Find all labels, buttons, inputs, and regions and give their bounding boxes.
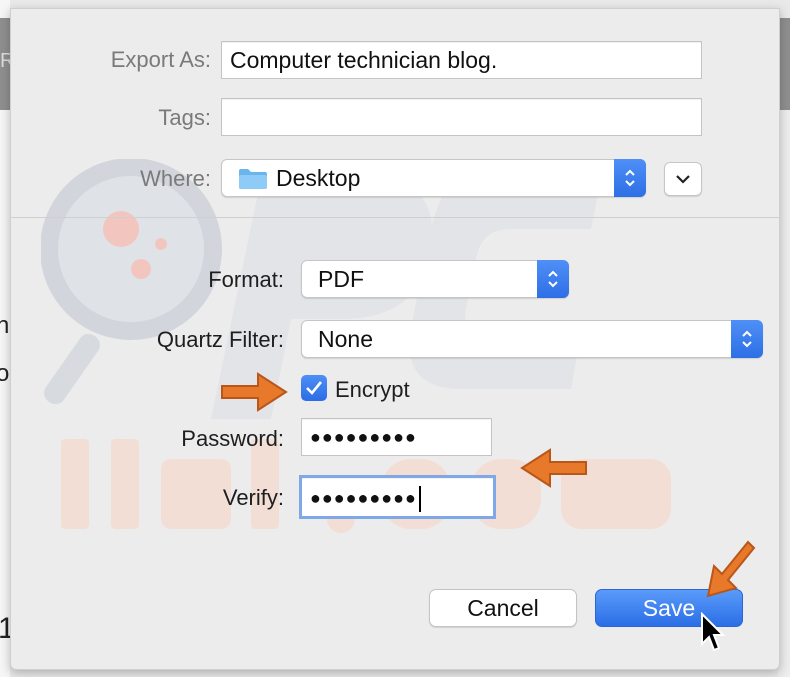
text-cursor [418, 486, 421, 513]
format-value: PDF [318, 266, 364, 292]
mouse-pointer-icon [701, 612, 726, 652]
quartz-filter-popup[interactable]: None [301, 320, 763, 358]
password-label: Password: [181, 426, 284, 451]
cancel-button[interactable]: Cancel [429, 589, 577, 627]
verify-field[interactable]: ●●●●●●●●● [299, 475, 496, 519]
where-label: Where: [140, 166, 211, 191]
where-stepper[interactable] [614, 159, 646, 197]
annotation-arrow-icon [520, 448, 587, 488]
encrypt-label[interactable]: Encrypt [335, 377, 410, 403]
checkmark-icon [306, 381, 323, 395]
tags-label: Tags: [158, 105, 211, 130]
folder-icon [239, 169, 267, 189]
export-as-label: Export As: [110, 47, 211, 72]
format-popup[interactable]: PDF [301, 260, 569, 298]
background-text: n [0, 312, 10, 339]
quartz-filter-value: None [318, 326, 373, 352]
quartz-filter-stepper[interactable] [731, 320, 763, 358]
password-field[interactable]: ●●●●●●●●● [301, 418, 492, 456]
divider [11, 217, 779, 218]
up-down-chevron-icon [742, 330, 752, 348]
chevron-down-icon [676, 175, 690, 184]
verify-value: ●●●●●●●●● [310, 488, 417, 508]
format-stepper[interactable] [537, 260, 569, 298]
annotation-arrow-icon [706, 540, 756, 598]
annotation-arrow-icon [221, 372, 288, 412]
tags-input[interactable] [221, 98, 702, 136]
export-sheet: Export As: Computer technician blog. Tag… [10, 8, 780, 670]
encrypt-checkbox[interactable] [301, 375, 327, 401]
background-text: o [0, 360, 10, 387]
up-down-chevron-icon [548, 270, 558, 288]
quartz-filter-label: Quartz Filter: [156, 327, 284, 352]
where-popup[interactable]: Desktop [221, 159, 646, 197]
up-down-chevron-icon [625, 169, 635, 187]
export-as-input[interactable]: Computer technician blog. [221, 41, 702, 79]
where-value: Desktop [276, 165, 361, 191]
format-label: Format: [208, 267, 284, 292]
expand-button[interactable] [664, 162, 702, 196]
verify-label: Verify: [222, 485, 284, 510]
